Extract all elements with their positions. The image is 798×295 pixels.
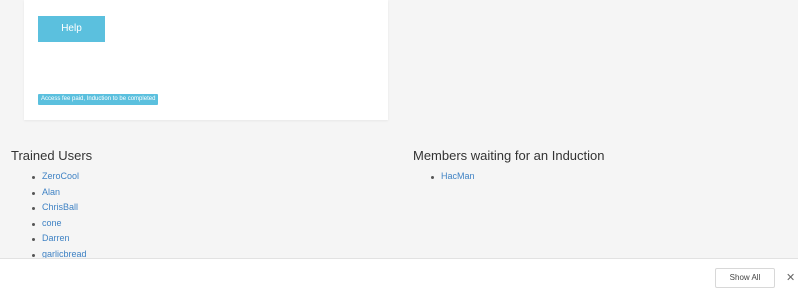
list-item: ChrisBall (32, 200, 87, 216)
trained-user-link[interactable]: ZeroCool (42, 171, 79, 181)
show-all-button[interactable]: Show All (715, 268, 775, 288)
list-item: cone (32, 216, 87, 232)
close-icon[interactable]: ✕ (786, 271, 795, 285)
trained-users-list: ZeroCool Alan ChrisBall cone Darren garl… (32, 169, 87, 262)
list-item: HacMan (431, 169, 475, 185)
induction-status-label: Access fee paid, Induction to be complet… (38, 94, 159, 105)
downloads-bar: Show All ✕ (0, 258, 798, 295)
list-item: ZeroCool (32, 169, 87, 185)
trained-user-link[interactable]: Alan (42, 187, 60, 197)
waiting-members-list: HacMan (431, 169, 475, 185)
list-item: Darren (32, 231, 87, 247)
trained-user-link[interactable]: garlicbread (42, 249, 87, 259)
trained-user-link[interactable]: ChrisBall (42, 202, 78, 212)
trained-user-link[interactable]: cone (42, 218, 62, 228)
trained-user-link[interactable]: Darren (42, 233, 70, 243)
page: Help Access fee paid, Induction to be co… (0, 0, 798, 295)
help-button[interactable]: Help (38, 16, 105, 42)
waiting-member-link[interactable]: HacMan (441, 171, 475, 181)
trained-users-heading: Trained Users (11, 148, 93, 163)
waiting-members-heading: Members waiting for an Induction (413, 148, 605, 163)
list-item: Alan (32, 185, 87, 201)
